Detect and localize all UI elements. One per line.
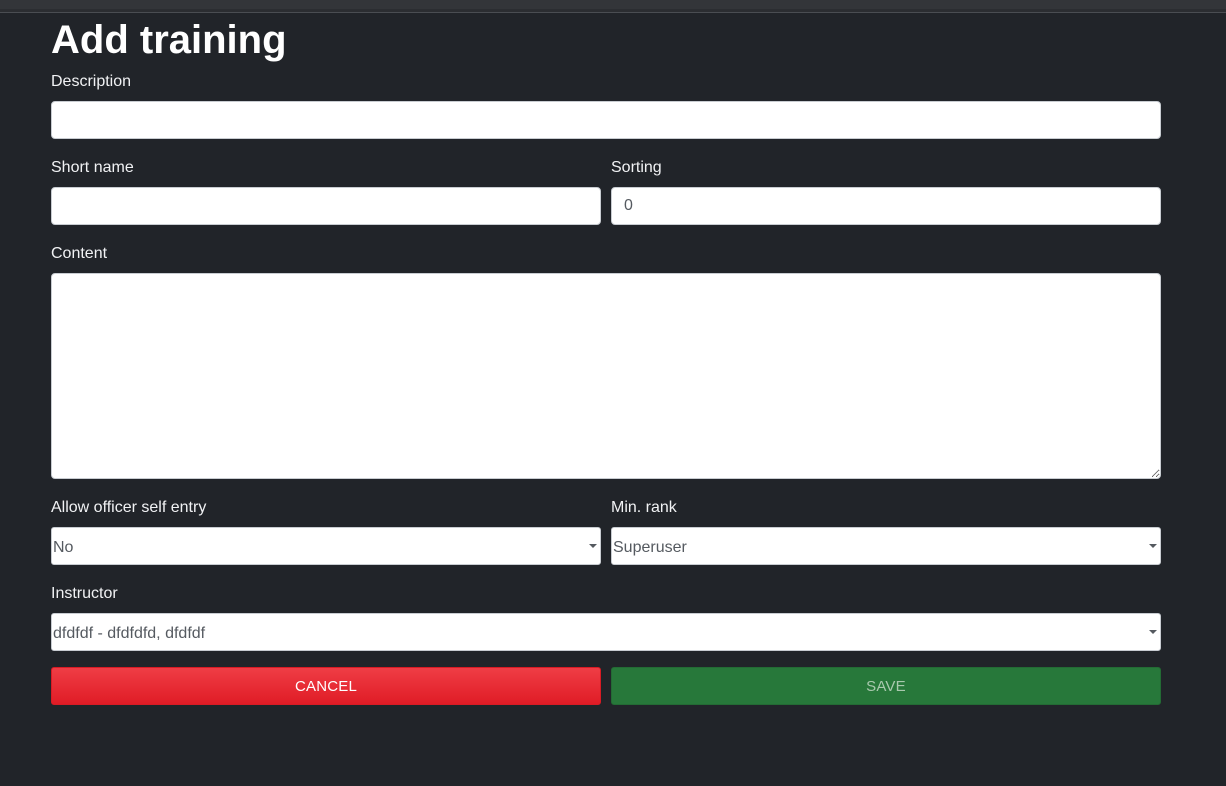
sorting-input[interactable] xyxy=(611,187,1161,225)
cancel-button[interactable]: CANCEL xyxy=(51,667,601,705)
description-input[interactable] xyxy=(51,101,1161,139)
description-label: Description xyxy=(51,73,132,90)
content-label: Content xyxy=(51,245,108,262)
chevron-down-icon xyxy=(1149,630,1157,634)
save-button[interactable]: SAVE xyxy=(611,667,1161,705)
instructor-value: dfdfdf - dfdfdfd, dfdfdf xyxy=(53,625,206,642)
self-entry-select[interactable]: No xyxy=(51,527,601,565)
instructor-label: Instructor xyxy=(51,585,118,602)
min-rank-label: Min. rank xyxy=(611,499,677,516)
sorting-label: Sorting xyxy=(611,159,662,176)
instructor-select[interactable]: dfdfdf - dfdfdfd, dfdfdf xyxy=(51,613,1161,651)
page-title: Add training xyxy=(51,18,287,62)
min-rank-value: Superuser xyxy=(613,539,687,556)
short-name-input[interactable] xyxy=(51,187,601,225)
short-name-label: Short name xyxy=(51,159,134,176)
self-entry-label: Allow officer self entry xyxy=(51,499,207,516)
window-top-bar xyxy=(0,0,1226,13)
window-top-strip xyxy=(0,0,1226,9)
chevron-down-icon xyxy=(589,544,597,548)
content-textarea[interactable] xyxy=(51,273,1161,479)
self-entry-value: No xyxy=(53,539,74,556)
chevron-down-icon xyxy=(1149,544,1157,548)
min-rank-select[interactable]: Superuser xyxy=(611,527,1161,565)
